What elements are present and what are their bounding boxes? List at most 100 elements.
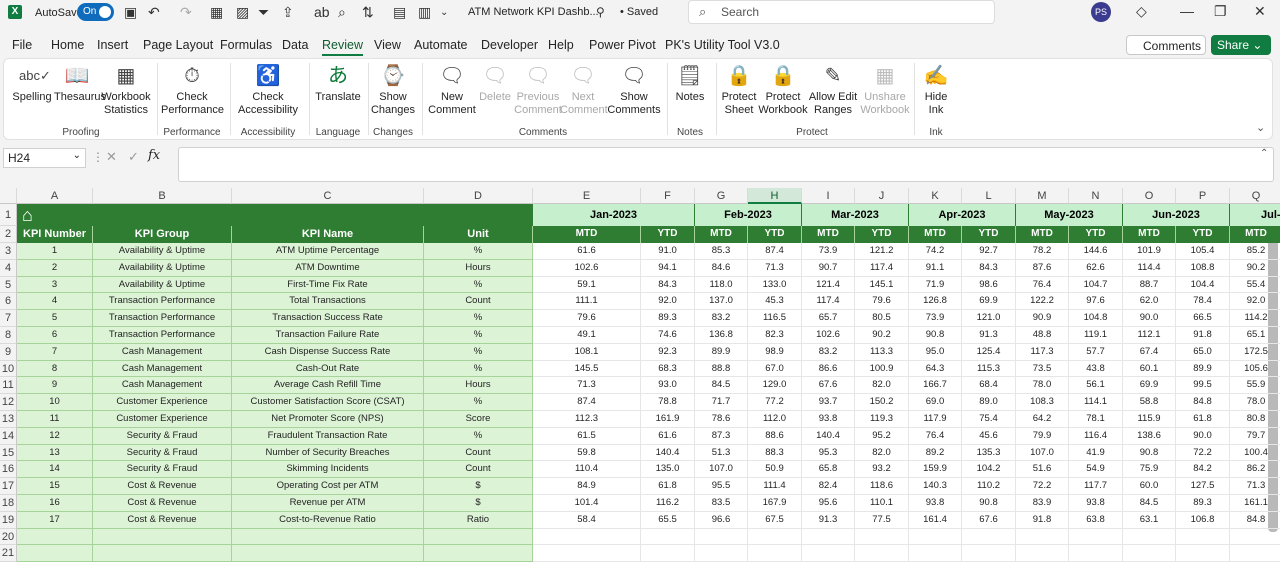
cell-empty[interactable] [533,528,641,546]
cell-value[interactable]: 117.4 [802,293,855,311]
cell-value[interactable]: 119.1 [1069,327,1123,344]
cell-value[interactable]: 66.5 [1176,310,1230,327]
previous-comment-button[interactable]: 🗨 Previous Comment [511,63,565,117]
cell-value[interactable]: 161.9 [641,411,695,428]
row-header[interactable]: 6 [0,293,17,311]
cell-value[interactable]: 58.8 [1123,394,1176,411]
tab-home[interactable]: Home [51,38,84,52]
document-title[interactable]: ATM Network KPI Dashb... [468,6,599,18]
column-header-h[interactable]: H [748,188,802,204]
cell-value[interactable]: 88.7 [1123,276,1176,294]
cell-value[interactable]: 84.5 [695,377,748,395]
cell-kpi-group[interactable]: Security & Fraud [93,427,232,445]
cell-value[interactable]: 76.4 [1016,276,1069,294]
cell-value[interactable]: 117.7 [1069,478,1123,495]
cell-empty[interactable] [1069,528,1123,546]
cell-value[interactable]: 119.3 [855,411,909,428]
cell-kpi-number[interactable]: 1 [17,243,93,260]
cell-unit[interactable]: Hours [424,259,533,277]
row-header[interactable]: 9 [0,343,17,361]
cell-value[interactable]: 85.2 [1230,243,1280,260]
cell-value[interactable]: 100.4 [1230,445,1280,462]
cell-value[interactable]: 102.6 [802,327,855,344]
row-header[interactable]: 13 [0,411,17,428]
cell-value[interactable]: 65.7 [802,310,855,327]
cell-kpi-group[interactable]: Cost & Revenue [93,478,232,495]
cell-value[interactable]: 95.2 [855,427,909,445]
cell-value[interactable]: 98.6 [962,276,1016,294]
cell-value[interactable]: 74.2 [909,243,962,260]
row-header[interactable]: 8 [0,327,17,344]
cell-value[interactable]: 75.9 [1123,461,1176,479]
cell-value[interactable]: 65.8 [802,461,855,479]
cell-value[interactable]: 87.3 [695,427,748,445]
save-icon[interactable]: ▣ [124,3,137,21]
cell-value[interactable]: 93.7 [802,394,855,411]
cell-kpi-name[interactable]: Transaction Failure Rate [232,327,424,344]
cell-value[interactable]: 121.4 [802,276,855,294]
row-header[interactable]: 21 [0,545,17,562]
cell-empty[interactable] [695,528,748,546]
borders-icon[interactable]: ▦ [210,3,223,21]
hide-ink-button[interactable]: ✍ Hide Ink [918,63,954,117]
cell-value[interactable]: 64.3 [909,360,962,378]
cell-value[interactable]: 92.0 [641,293,695,311]
cell-value[interactable]: 41.9 [1069,444,1123,462]
cell-value[interactable]: 61.6 [533,243,641,260]
cell-value[interactable]: 67.6 [802,377,855,395]
cell-value[interactable]: 78.8 [641,394,695,411]
row-header[interactable]: 18 [0,495,17,512]
row-header[interactable]: 12 [0,394,17,411]
cell-value[interactable]: 89.9 [695,343,748,361]
cell-kpi-number[interactable]: 7 [17,343,93,361]
cell-value[interactable]: 85.3 [695,243,748,260]
cell-empty[interactable] [855,528,909,546]
workbook-statistics-button[interactable]: ▦ Workbook Statistics [101,63,151,117]
cell-value[interactable]: 96.6 [695,511,748,529]
cell-value[interactable]: 71.7 [695,394,748,411]
thesaurus-button[interactable]: 📖 Thesaurus [54,63,106,104]
autosave-toggle[interactable]: On [77,3,114,21]
cell-value[interactable]: 79.9 [1016,427,1069,445]
tab-automate[interactable]: Automate [414,38,468,52]
cell-value[interactable]: 90.0 [1176,427,1230,445]
cell-kpi-number[interactable]: 15 [17,478,93,495]
row-header[interactable]: 17 [0,478,17,495]
cell-value[interactable]: 122.2 [1016,293,1069,311]
column-header-d[interactable]: D [424,188,533,204]
unshare-workbook-button[interactable]: ▦ Unshare Workbook [858,63,912,117]
next-comment-button[interactable]: 🗨 Next Comment [560,63,608,117]
spelling-qat-icon[interactable]: ab [314,3,330,21]
customize-qat-icon[interactable]: ⌄ [440,3,448,21]
cell-value[interactable]: 89.3 [1176,495,1230,512]
cell-value[interactable]: 92.0 [1230,293,1280,311]
cell-empty[interactable] [1230,545,1280,562]
cell-value[interactable]: 112.1 [1123,327,1176,344]
cell-value[interactable]: 118.6 [855,478,909,495]
cell-kpi-name[interactable]: Total Transactions [232,293,424,311]
cell-value[interactable]: 127.5 [1176,478,1230,495]
cell-value[interactable]: 69.9 [962,293,1016,311]
cell-value[interactable]: 129.0 [748,377,802,395]
cell-value[interactable]: 107.0 [1016,444,1069,462]
cell-empty[interactable] [909,528,962,546]
cell-value[interactable]: 93.2 [855,461,909,479]
cell-kpi-name[interactable]: Revenue per ATM [232,495,424,512]
check-performance-button[interactable]: ⏱ Check Performance [161,63,224,117]
cell-value[interactable]: 87.4 [748,243,802,260]
cell-value[interactable]: 82.4 [802,478,855,495]
cell-kpi-group[interactable]: Cash Management [93,377,232,395]
cell-value[interactable]: 110.2 [962,478,1016,495]
column-header-j[interactable]: J [855,188,909,204]
fx-icon[interactable]: fx [148,148,160,163]
collapse-ribbon-icon[interactable]: ⌄ [1256,121,1265,134]
cell-kpi-name[interactable]: ATM Uptime Percentage [232,243,424,260]
cell-empty[interactable] [802,545,855,562]
cell-kpi-number[interactable]: 14 [17,461,93,479]
tab-formulas[interactable]: Formulas [220,38,272,52]
cell-empty[interactable] [1176,528,1230,546]
cell-value[interactable]: 107.0 [695,461,748,479]
row-header[interactable]: 20 [0,528,17,546]
cell-value[interactable]: 100.9 [855,360,909,378]
cell-value[interactable]: 118.0 [695,276,748,294]
